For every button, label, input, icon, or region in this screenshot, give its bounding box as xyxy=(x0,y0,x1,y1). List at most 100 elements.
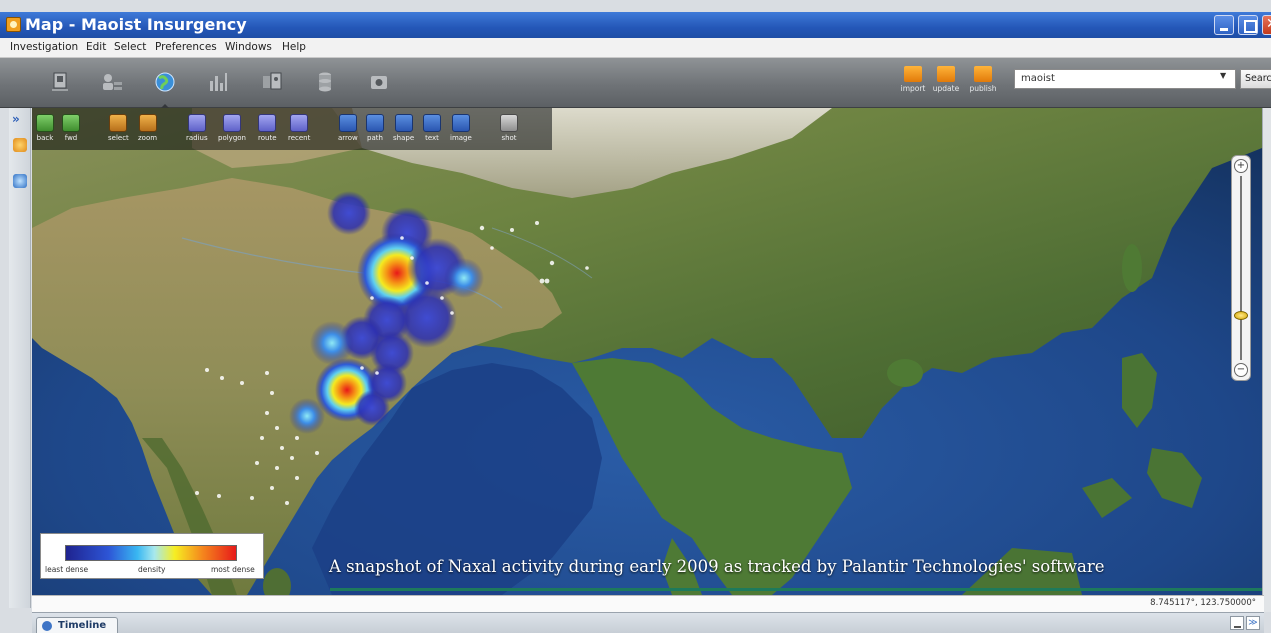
timeline-collapse-icon[interactable]: ≫ xyxy=(1246,616,1260,630)
zoom-label: zoom xyxy=(138,134,158,142)
histogram-view-icon[interactable] xyxy=(206,70,230,94)
radius-label: radius xyxy=(186,134,208,142)
menu-select[interactable]: Select xyxy=(114,41,146,53)
legend-mid-label: density xyxy=(138,565,166,574)
draw-path-icon xyxy=(366,114,384,132)
zoom-track[interactable] xyxy=(1240,176,1242,360)
back-label: back xyxy=(36,134,54,142)
image-label: image xyxy=(450,134,472,142)
map-canvas[interactable]: back fwd select zoom radius polygon rout… xyxy=(32,108,1262,595)
camera-icon xyxy=(500,114,518,132)
menu-investigation[interactable]: Investigation xyxy=(10,41,78,53)
maximize-button[interactable] xyxy=(1238,15,1258,35)
import-label: import xyxy=(900,84,926,93)
back-button[interactable]: back xyxy=(36,114,54,142)
forward-label: fwd xyxy=(64,134,78,142)
browser-view-icon[interactable] xyxy=(260,70,284,94)
arrow-label: arrow xyxy=(338,134,358,142)
route-label: route xyxy=(258,134,277,142)
draw-shape-button[interactable]: shape xyxy=(393,114,414,142)
forward-arrow-icon xyxy=(62,114,80,132)
status-bar: 8.745117°, 123.750000° xyxy=(32,595,1264,612)
database-view-icon[interactable] xyxy=(313,70,337,94)
menu-windows[interactable]: Windows xyxy=(225,41,272,53)
map-tool-strip: back fwd select zoom radius polygon rout… xyxy=(32,108,552,150)
zoom-out-button[interactable]: − xyxy=(1234,363,1248,377)
draw-arrow-icon xyxy=(338,114,357,132)
density-legend: least dense density most dense xyxy=(40,533,264,579)
map-app-icon xyxy=(6,17,21,32)
close-button[interactable] xyxy=(1262,15,1271,35)
draw-shape-icon xyxy=(394,114,413,132)
zoom-in-button[interactable]: + xyxy=(1234,159,1248,173)
update-button[interactable]: update xyxy=(931,66,961,93)
timeline-label: Timeline xyxy=(58,620,107,631)
hainan-island xyxy=(887,359,923,387)
map-bottom-accent xyxy=(330,588,1262,591)
people-view-icon[interactable] xyxy=(100,70,124,94)
route-tool-button[interactable]: route xyxy=(258,114,277,142)
timeline-tab[interactable]: Timeline xyxy=(36,617,118,633)
publish-button[interactable]: publish xyxy=(968,66,998,93)
right-edge-panel xyxy=(1262,108,1271,612)
zoom-slider[interactable]: + − xyxy=(1231,155,1251,381)
shot-label: shot xyxy=(501,134,517,142)
legend-max-label: most dense xyxy=(211,565,255,574)
back-arrow-icon xyxy=(36,114,54,132)
menu-edit[interactable]: Edit xyxy=(86,41,106,53)
layers-icon[interactable] xyxy=(13,138,27,152)
polygon-label: polygon xyxy=(218,134,246,142)
recent-tool-button[interactable]: recent xyxy=(288,114,310,142)
polygon-icon xyxy=(222,114,241,132)
screenshot-button[interactable]: shot xyxy=(500,114,518,142)
draw-path-button[interactable]: path xyxy=(366,114,384,142)
zoom-icon xyxy=(138,114,157,132)
draw-arrow-button[interactable]: arrow xyxy=(338,114,358,142)
minimize-button[interactable] xyxy=(1214,15,1234,35)
window-title-bar[interactable]: Map - Maoist Insurgency xyxy=(0,12,1271,38)
menu-bar: Investigation Edit Select Preferences Wi… xyxy=(0,38,1271,58)
media-view-icon[interactable] xyxy=(367,70,391,94)
text-label: text xyxy=(425,134,439,142)
search-history-dropdown-icon[interactable]: ▼ xyxy=(1220,71,1226,80)
legend-min-label: least dense xyxy=(45,565,89,574)
search-around-icon[interactable] xyxy=(13,174,27,188)
menu-help[interactable]: Help xyxy=(282,41,306,53)
select-tool-button[interactable]: select xyxy=(108,114,129,142)
recent-label: recent xyxy=(288,134,311,142)
timeline-minimize-button[interactable] xyxy=(1230,616,1244,630)
route-icon xyxy=(258,114,277,132)
import-button[interactable]: import xyxy=(898,66,928,93)
polygon-tool-button[interactable]: polygon xyxy=(218,114,246,142)
zoom-thumb[interactable] xyxy=(1234,311,1248,320)
draw-image-icon xyxy=(451,114,470,132)
draw-text-button[interactable]: text xyxy=(423,114,441,142)
update-icon xyxy=(937,66,955,82)
draw-text-icon xyxy=(423,114,441,132)
globe-map-view-icon[interactable] xyxy=(153,70,177,112)
select-icon xyxy=(109,114,128,132)
satellite-map[interactable] xyxy=(32,108,1262,595)
radius-icon xyxy=(187,114,206,132)
publish-label: publish xyxy=(969,84,997,93)
path-label: path xyxy=(367,134,383,142)
search-input[interactable]: maoist xyxy=(1014,69,1236,89)
shape-label: shape xyxy=(393,134,415,142)
palantir-map-window: Map - Maoist Insurgency Investigation Ed… xyxy=(0,0,1271,633)
taiwan-island xyxy=(1122,244,1142,292)
window-title: Map - Maoist Insurgency xyxy=(25,15,247,34)
zoom-tool-button[interactable]: zoom xyxy=(138,114,157,142)
heat-cluster xyxy=(444,258,484,298)
timeline-icon xyxy=(42,621,52,631)
forward-button[interactable]: fwd xyxy=(62,114,80,142)
density-color-ramp xyxy=(65,545,237,561)
draw-image-button[interactable]: image xyxy=(450,114,472,142)
radius-tool-button[interactable]: radius xyxy=(186,114,208,142)
import-icon xyxy=(904,66,922,82)
search-button[interactable]: Search xyxy=(1240,69,1271,89)
expand-panel-icon[interactable]: » xyxy=(12,112,20,126)
graph-view-icon[interactable] xyxy=(48,70,72,94)
menu-preferences[interactable]: Preferences xyxy=(155,41,217,53)
recent-icon xyxy=(290,114,309,132)
update-label: update xyxy=(932,84,960,93)
